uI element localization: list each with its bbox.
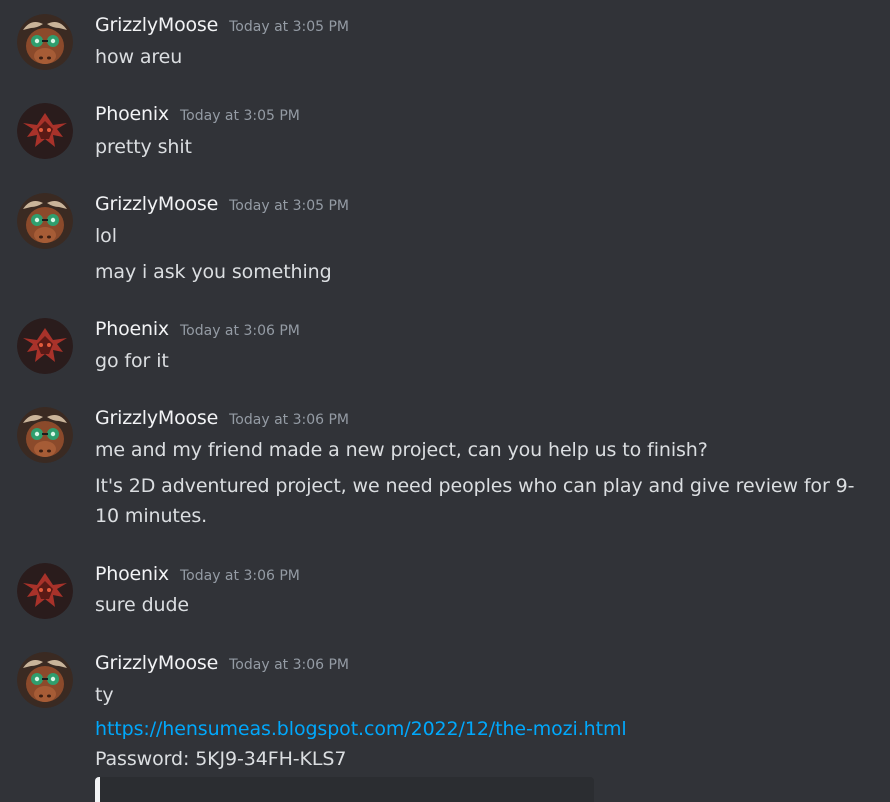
username[interactable]: GrizzlyMoose (95, 652, 218, 674)
phoenix-avatar[interactable] (17, 563, 73, 619)
timestamp[interactable]: Today at 3:05 PM (229, 19, 349, 35)
username[interactable]: GrizzlyMoose (95, 14, 218, 36)
timestamp[interactable]: Today at 3:06 PM (180, 323, 300, 339)
username[interactable]: GrizzlyMoose (95, 193, 218, 215)
username[interactable]: Phoenix (95, 563, 169, 585)
moose-avatar[interactable] (17, 652, 73, 708)
timestamp[interactable]: Today at 3:06 PM (180, 568, 300, 584)
message-link[interactable]: https://hensumeas.blogspot.com/2022/12/t… (95, 714, 875, 744)
moose-avatar[interactable] (17, 407, 73, 463)
phoenix-avatar[interactable] (17, 103, 73, 159)
timestamp[interactable]: Today at 3:06 PM (229, 657, 349, 673)
message-text: ty (95, 684, 114, 706)
timestamp[interactable]: Today at 3:05 PM (229, 198, 349, 214)
message-text: sure dude (95, 594, 190, 616)
message-text: It's 2D adventured project, we need peop… (95, 475, 855, 527)
message-text: how areu (95, 46, 183, 68)
chat-messages: GrizzlyMoose Today at 3:05 PM how areu P… (0, 0, 890, 802)
moose-avatar[interactable] (17, 193, 73, 249)
message-text: pretty shit (95, 136, 192, 158)
moose-avatar[interactable] (17, 14, 73, 70)
message-text: Password: 5KJ9-34FH-KLS7 (95, 748, 347, 770)
username[interactable]: GrizzlyMoose (95, 407, 218, 429)
username[interactable]: Phoenix (95, 103, 169, 125)
timestamp[interactable]: Today at 3:05 PM (180, 108, 300, 124)
timestamp[interactable]: Today at 3:06 PM (229, 412, 349, 428)
link-embed[interactable] (95, 777, 594, 802)
message-text: may i ask you something (95, 261, 332, 283)
message-text: go for it (95, 350, 169, 372)
message-text: me and my friend made a new project, can… (95, 439, 708, 461)
phoenix-avatar[interactable] (17, 318, 73, 374)
message-text: lol (95, 225, 117, 247)
username[interactable]: Phoenix (95, 318, 169, 340)
